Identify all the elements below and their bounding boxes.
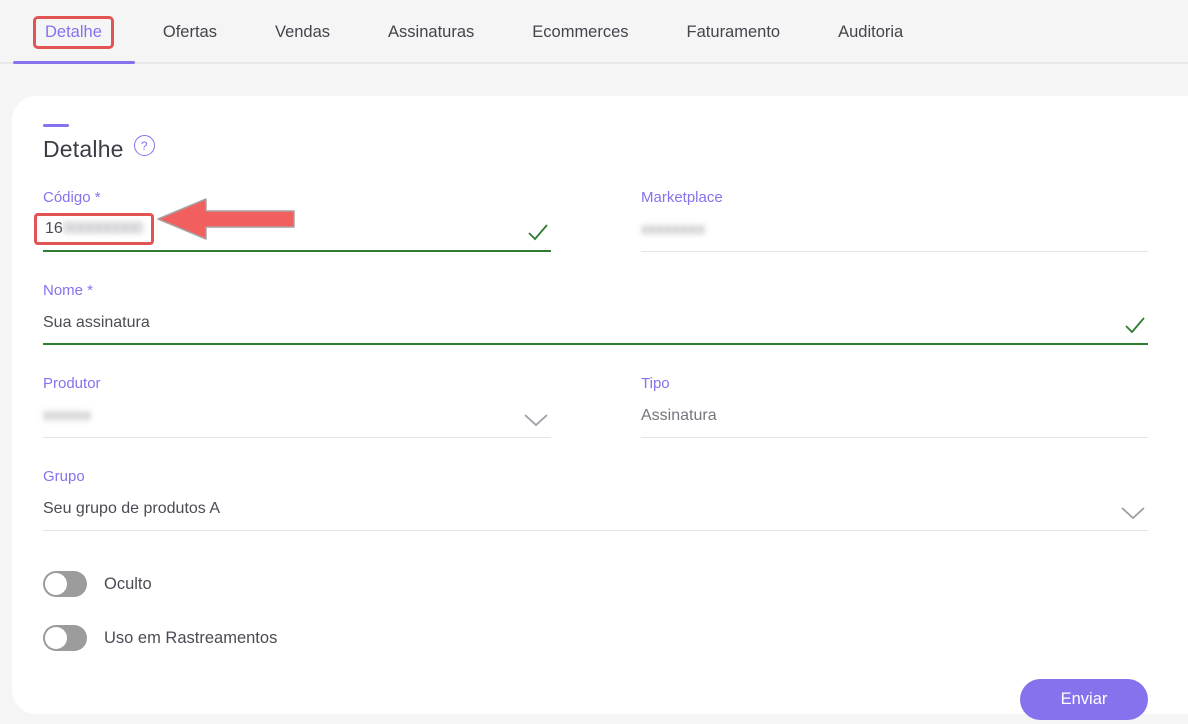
field-codigo: Código * 16 000000000 — [43, 189, 551, 252]
heading-accent-dash — [43, 124, 69, 127]
oculto-toggle-label: Oculto — [104, 575, 152, 594]
tab-ecommerces[interactable]: Ecommerces — [503, 0, 657, 64]
marketplace-label: Marketplace — [641, 189, 1148, 207]
uso-em-rastreamentos-toggle[interactable] — [43, 625, 87, 651]
codigo-valid-check-icon — [527, 223, 549, 241]
tipo-label: Tipo — [641, 375, 1148, 393]
annotation-highlight-box-tab: Detalhe — [33, 16, 114, 49]
tabbar-divider — [0, 62, 1188, 64]
tab-auditoria[interactable]: Auditoria — [809, 0, 932, 64]
grupo-label: Grupo — [43, 468, 1148, 486]
field-grupo: Grupo Seu grupo de produtos A — [43, 468, 1148, 531]
tab-ofertas[interactable]: Ofertas — [134, 0, 246, 64]
tipo-value: Assinatura — [641, 405, 1148, 427]
produtor-chevron-down-icon[interactable] — [523, 413, 549, 427]
field-tipo: Tipo Assinatura — [641, 375, 1148, 438]
produtor-value-masked: xxxxxx — [43, 405, 91, 427]
produtor-label: Produtor — [43, 375, 551, 393]
active-tab-indicator — [13, 61, 135, 64]
tab-label: Detalhe — [45, 23, 102, 41]
tab-label: Ofertas — [163, 23, 217, 41]
codigo-value-masked: 000000000 — [63, 218, 143, 240]
field-nome: Nome * Sua assinatura — [43, 282, 1148, 345]
tab-assinaturas[interactable]: Assinaturas — [359, 0, 503, 64]
tab-label: Auditoria — [838, 23, 903, 41]
toggle-row-oculto: Oculto — [43, 571, 1148, 597]
tab-bar: Detalhe Ofertas Vendas Assinaturas Ecomm… — [0, 0, 1188, 64]
produtor-select[interactable]: xxxxxx — [43, 405, 551, 427]
toggle-knob — [45, 627, 67, 649]
annotation-highlight-box-codigo: 16 000000000 — [34, 213, 154, 245]
oculto-toggle[interactable] — [43, 571, 87, 597]
tab-vendas[interactable]: Vendas — [246, 0, 359, 64]
tab-faturamento[interactable]: Faturamento — [658, 0, 810, 64]
grupo-chevron-down-icon[interactable] — [1120, 506, 1146, 520]
field-produtor: Produtor xxxxxx — [43, 375, 551, 438]
codigo-input[interactable]: 16 000000000 — [43, 219, 551, 241]
tab-label: Assinaturas — [388, 23, 474, 41]
toggle-row-rastreamentos: Uso em Rastreamentos — [43, 625, 1148, 651]
marketplace-value-masked: xxxxxxxx — [641, 219, 705, 241]
grupo-select[interactable]: Seu grupo de produtos A — [43, 498, 1148, 520]
codigo-value-prefix: 16 — [45, 218, 63, 240]
codigo-label: Código * — [43, 189, 551, 207]
tab-label: Faturamento — [687, 23, 781, 41]
enviar-button[interactable]: Enviar — [1020, 679, 1148, 720]
nome-valid-check-icon — [1124, 316, 1146, 334]
tab-detalhe[interactable]: Detalhe — [13, 0, 134, 64]
uso-em-rastreamentos-toggle-label: Uso em Rastreamentos — [104, 629, 277, 648]
detail-panel: Detalhe ? Código * 16 000000000 Marketpl… — [12, 96, 1188, 714]
help-icon[interactable]: ? — [134, 135, 155, 156]
toggle-knob — [45, 573, 67, 595]
tab-label: Vendas — [275, 23, 330, 41]
nome-input[interactable]: Sua assinatura — [43, 312, 1148, 334]
nome-label: Nome * — [43, 282, 1148, 300]
page-title: Detalhe — [43, 136, 124, 163]
tab-label: Ecommerces — [532, 23, 628, 41]
field-marketplace: Marketplace xxxxxxxx — [641, 189, 1148, 252]
